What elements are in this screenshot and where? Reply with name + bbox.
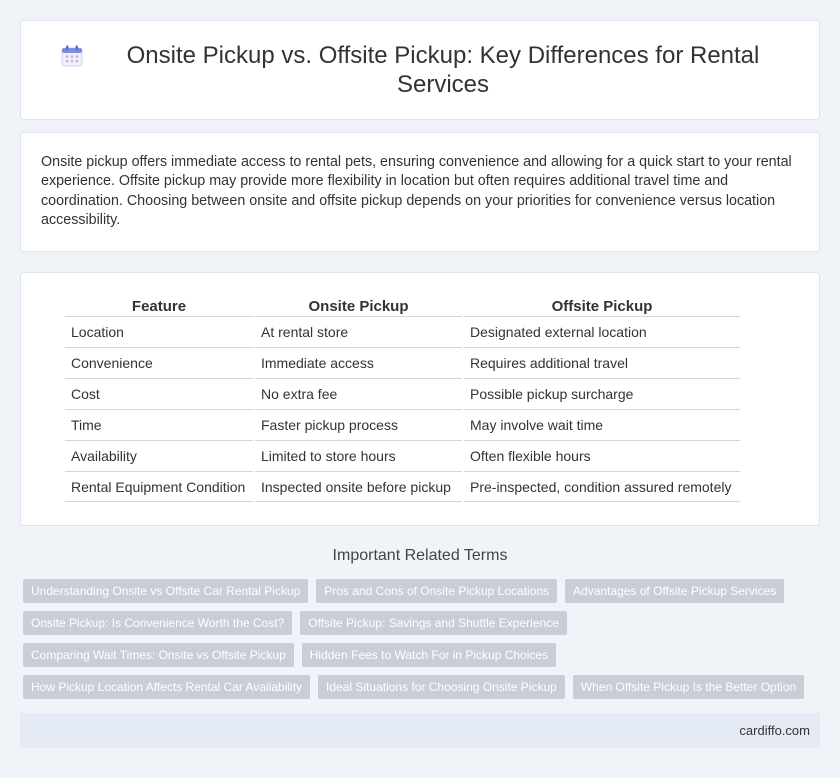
- table-cell: Often flexible hours: [464, 440, 740, 471]
- related-term-link[interactable]: When Offsite Pickup Is the Better Option: [572, 675, 805, 699]
- table-row: Convenience Immediate access Requires ad…: [65, 347, 740, 378]
- intro-card: Onsite pickup offers immediate access to…: [20, 132, 820, 252]
- tag-row: Onsite Pickup: Is Convenience Worth the …: [23, 611, 823, 635]
- table-cell: Pre-inspected, condition assured remotel…: [464, 471, 740, 502]
- table-cell: Immediate access: [255, 347, 462, 378]
- table-cell: Time: [65, 409, 253, 440]
- table-cell: May involve wait time: [464, 409, 740, 440]
- related-term-link[interactable]: Advantages of Offsite Pickup Services: [565, 579, 785, 603]
- footer: cardiffo.com: [20, 713, 820, 748]
- table-cell: Limited to store hours: [255, 440, 462, 471]
- comparison-card: Feature Onsite Pickup Offsite Pickup Loc…: [20, 272, 820, 526]
- intro-text: Onsite pickup offers immediate access to…: [41, 154, 792, 228]
- table-cell: Convenience: [65, 347, 253, 378]
- table-cell: Availability: [65, 440, 253, 471]
- related-terms-title: Important Related Terms: [332, 547, 508, 564]
- table-cell: Faster pickup process: [255, 409, 462, 440]
- comparison-table: Feature Onsite Pickup Offsite Pickup Loc…: [63, 295, 742, 502]
- header-offsite: Offsite Pickup: [551, 298, 653, 315]
- table-row: Location At rental store Designated exte…: [65, 316, 740, 347]
- table-cell: Requires additional travel: [464, 347, 740, 378]
- related-term-link[interactable]: How Pickup Location Affects Rental Car A…: [23, 675, 311, 699]
- tag-row: How Pickup Location Affects Rental Car A…: [23, 675, 823, 699]
- table-header-row: Feature Onsite Pickup Offsite Pickup: [65, 295, 740, 316]
- related-term-link[interactable]: Onsite Pickup: Is Convenience Worth the …: [23, 611, 293, 635]
- table-cell: Rental Equipment Condition: [65, 471, 253, 502]
- table-cell: Cost: [65, 378, 253, 409]
- related-term-link[interactable]: Hidden Fees to Watch For in Pickup Choic…: [301, 643, 557, 667]
- footer-site-link[interactable]: cardiffo.com: [739, 723, 810, 738]
- table-row: Rental Equipment Condition Inspected ons…: [65, 471, 740, 502]
- table-cell: Inspected onsite before pickup: [255, 471, 462, 502]
- table-cell: No extra fee: [255, 378, 462, 409]
- header-onsite: Onsite Pickup: [308, 298, 409, 315]
- header-feature: Feature: [131, 298, 187, 315]
- header-card: Onsite Pickup vs. Offsite Pickup: Key Di…: [20, 20, 820, 120]
- table-cell: Location: [65, 316, 253, 347]
- tag-row: Comparing Wait Times: Onsite vs Offsite …: [23, 643, 823, 667]
- page-title: Onsite Pickup vs. Offsite Pickup: Key Di…: [126, 42, 760, 98]
- related-term-link[interactable]: Offsite Pickup: Savings and Shuttle Expe…: [300, 611, 567, 635]
- related-term-link[interactable]: Comparing Wait Times: Onsite vs Offsite …: [23, 643, 294, 667]
- table-cell: Designated external location: [464, 316, 740, 347]
- table-row: Cost No extra fee Possible pickup surcha…: [65, 378, 740, 409]
- related-term-link[interactable]: Ideal Situations for Choosing Onsite Pic…: [318, 675, 565, 699]
- table-cell: At rental store: [255, 316, 462, 347]
- table-row: Time Faster pickup process May involve w…: [65, 409, 740, 440]
- table-cell: Possible pickup surcharge: [464, 378, 740, 409]
- related-term-link[interactable]: Understanding Onsite vs Offsite Car Rent…: [23, 579, 309, 603]
- tag-row: Understanding Onsite vs Offsite Car Rent…: [23, 579, 823, 603]
- related-term-link[interactable]: Pros and Cons of Onsite Pickup Locations: [316, 579, 558, 603]
- calendar-icon: [61, 45, 83, 67]
- related-terms-list: Understanding Onsite vs Offsite Car Rent…: [23, 579, 823, 707]
- table-row: Availability Limited to store hours Ofte…: [65, 440, 740, 471]
